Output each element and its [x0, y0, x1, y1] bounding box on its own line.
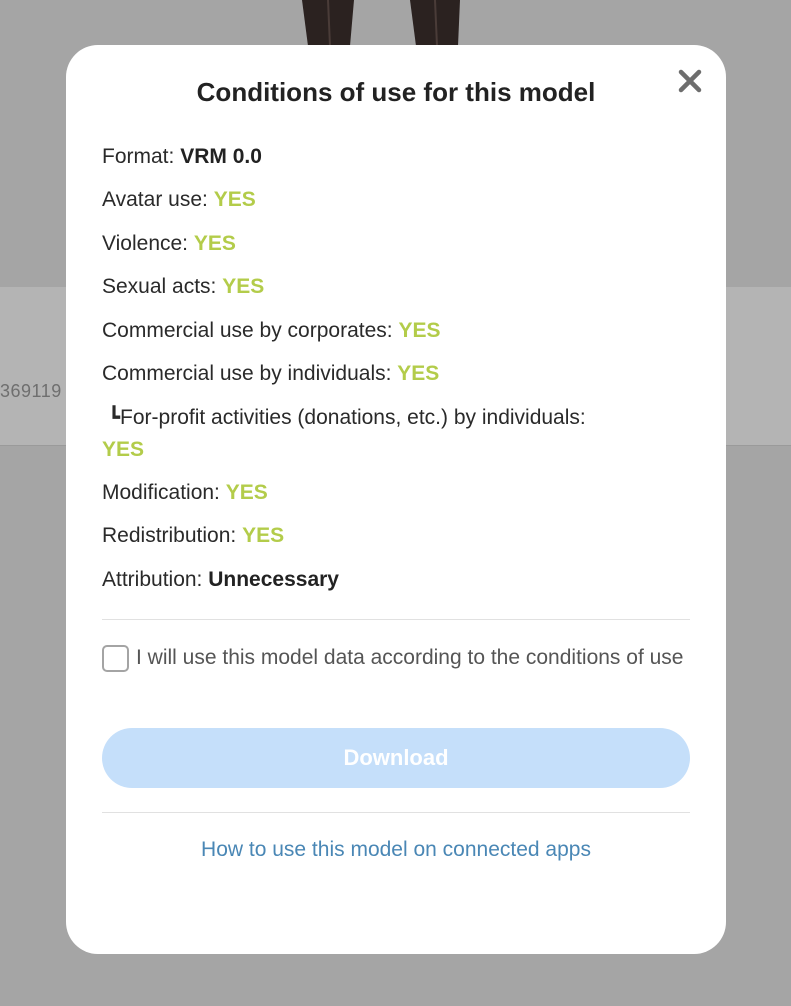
condition-commercial-individuals: Commercial use by individuals: YES	[102, 358, 692, 389]
condition-value: VRM 0.0	[180, 145, 262, 168]
condition-value: Unnecessary	[208, 568, 339, 591]
condition-value: YES	[193, 232, 236, 255]
condition-label: Redistribution:	[102, 524, 243, 547]
condition-attribution: Attribution: Unnecessary	[102, 564, 692, 595]
condition-for-profit-individuals: ┗For-profit activities (donations, etc.)…	[102, 402, 692, 465]
condition-label: For-profit activities (donations, etc.) …	[120, 406, 586, 429]
condition-value: YES	[213, 188, 256, 211]
condition-label: Modification:	[102, 481, 226, 504]
condition-label: Format:	[102, 145, 181, 168]
condition-format: Format: VRM 0.0	[102, 141, 692, 172]
condition-label: Commercial use by individuals:	[102, 362, 398, 385]
background-model-id: 369119	[0, 381, 62, 401]
condition-value: YES	[102, 438, 145, 461]
condition-label: Avatar use:	[102, 188, 214, 211]
agree-checkbox-label[interactable]: I will use this model data according to …	[136, 643, 696, 673]
conditions-modal: Conditions of use for this model Format:…	[66, 45, 726, 954]
condition-label: Violence:	[102, 232, 194, 255]
condition-sexual-acts: Sexual acts: YES	[102, 271, 692, 302]
nested-marker: ┗	[108, 407, 121, 429]
condition-commercial-corporates: Commercial use by corporates: YES	[102, 315, 692, 346]
condition-value: YES	[398, 319, 441, 342]
agree-checkbox[interactable]	[102, 645, 129, 672]
download-button[interactable]: Download	[102, 728, 690, 788]
modal-title: Conditions of use for this model	[196, 77, 596, 107]
condition-modification: Modification: YES	[102, 477, 692, 508]
condition-avatar-use: Avatar use: YES	[102, 184, 692, 215]
condition-violence: Violence: YES	[102, 228, 692, 259]
divider	[102, 619, 690, 620]
connected-apps-help-link[interactable]: How to use this model on connected apps	[66, 838, 726, 862]
condition-value: YES	[222, 275, 265, 298]
condition-value: YES	[242, 524, 285, 547]
page: 369119 Conditions of use for this model …	[0, 0, 791, 1006]
condition-value: YES	[397, 362, 440, 385]
condition-redistribution: Redistribution: YES	[102, 520, 692, 551]
condition-label: Commercial use by corporates:	[102, 319, 399, 342]
background-model-legs	[302, 0, 460, 46]
divider	[102, 812, 690, 813]
condition-value: YES	[225, 481, 268, 504]
condition-label: Sexual acts:	[102, 275, 223, 298]
condition-label: Attribution:	[102, 568, 209, 591]
